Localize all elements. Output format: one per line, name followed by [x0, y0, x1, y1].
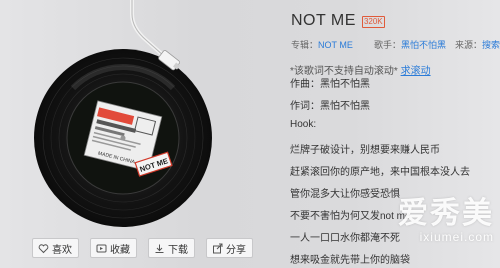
watermark: 爱秀美 ixiumei.com [398, 197, 494, 245]
lyric-line: 作词：黑怕不怕黑 [290, 101, 370, 112]
lyric-line: 一人一口口水你都淹不死 [290, 233, 400, 244]
album-link[interactable]: NOT ME [318, 40, 353, 50]
collect-icon [96, 243, 107, 254]
song-title-row: NOT ME 320K [291, 12, 385, 30]
collect-button[interactable]: 收藏 [90, 238, 137, 258]
lyric-line: 赶紧滚回你的原产地，来中国根本没人去 [290, 167, 470, 178]
album-meta-label: 专辑： [291, 40, 319, 50]
song-title: NOT ME [291, 12, 356, 29]
tonearm [130, 0, 181, 71]
album-meta: 专辑：NOT ME [291, 38, 353, 51]
heart-icon [38, 243, 49, 254]
action-bar: 喜欢 收藏 下载 分享 [32, 238, 253, 258]
like-button[interactable]: 喜欢 [32, 238, 79, 258]
request-scroll-link[interactable]: 求滚动 [401, 66, 431, 77]
source-link[interactable]: 搜索页 [482, 40, 500, 50]
watermark-logo: 爱秀美 [398, 197, 494, 230]
artist-meta: 歌手：黑怕不怕黑 [374, 38, 446, 51]
share-button[interactable]: 分享 [206, 238, 253, 258]
lyric-line: 不要不害怕为何又发not me [290, 211, 411, 222]
download-icon [154, 243, 165, 254]
artist-meta-label: 歌手： [374, 40, 402, 50]
collect-button-label: 收藏 [110, 244, 130, 256]
lyric-line: 作曲：黑怕不怕黑 [290, 79, 370, 90]
download-button-label: 下载 [168, 244, 188, 256]
share-button-label: 分享 [226, 244, 246, 256]
album-disc-area: MADE IN CHINA NOT ME [0, 0, 240, 236]
share-icon [212, 243, 223, 254]
lyric-line: 管你混多大让你感受恐惧 [290, 189, 400, 200]
lyric-line: Hook: [290, 119, 317, 130]
source-meta: 来源：搜索页 [455, 38, 500, 51]
quality-badge: 320K [361, 16, 385, 28]
watermark-url: ixiumei.com [419, 230, 494, 244]
lyric-line: 烂牌子破设计，别想要来赚人民币 [290, 145, 440, 156]
download-button[interactable]: 下载 [148, 238, 195, 258]
source-meta-label: 来源： [455, 40, 483, 50]
lyric-line: 想来吸金就先带上你的脑袋 [290, 255, 410, 266]
artist-link[interactable]: 黑怕不怕黑 [401, 40, 446, 50]
like-button-label: 喜欢 [52, 244, 72, 256]
